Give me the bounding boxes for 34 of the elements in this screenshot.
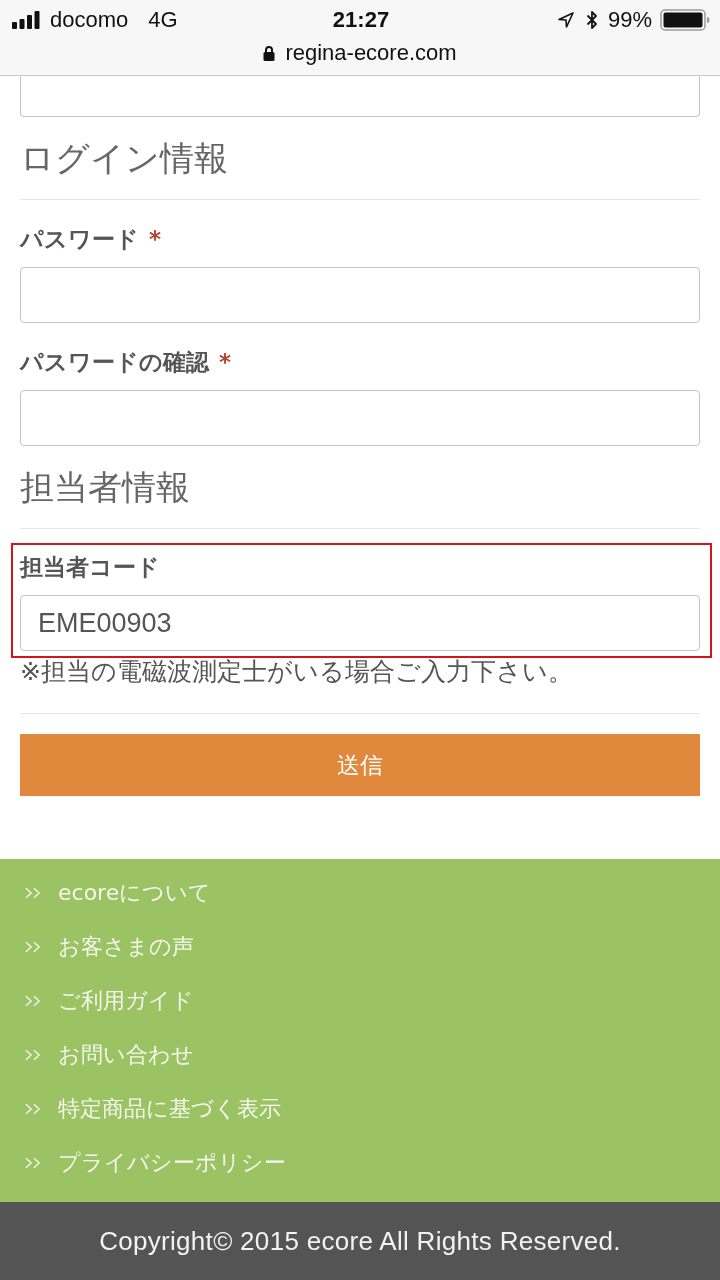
double-chevron-icon xyxy=(25,887,42,899)
battery-icon xyxy=(660,9,710,31)
double-chevron-icon xyxy=(25,995,42,1007)
input-field[interactable]: EME00903 xyxy=(20,595,700,651)
network-type: 4G xyxy=(148,7,178,33)
footer-link[interactable]: ecoreについて xyxy=(25,866,212,920)
submit-button[interactable]: 送信 xyxy=(20,734,700,796)
footer-link[interactable]: お問い合わせ xyxy=(25,1028,194,1082)
field-note: ※担当の電磁波測定士がいる場合ご入力下さい。 xyxy=(20,658,574,686)
input-field[interactable] xyxy=(20,267,700,323)
bluetooth-icon xyxy=(585,10,598,30)
input-field[interactable] xyxy=(20,390,700,446)
signal-icon xyxy=(12,11,40,29)
battery-percent: 99% xyxy=(607,7,652,33)
clock-time: 21:27 xyxy=(332,7,390,33)
double-chevron-icon xyxy=(25,941,42,953)
copyright-text: Copyright© 2015 ecore All Rights Reserved. xyxy=(99,1225,621,1257)
section-heading: 担当者情報 xyxy=(20,466,191,508)
field-label: パスワードの確認 * xyxy=(20,348,233,377)
footer-link[interactable]: ご利用ガイド xyxy=(25,974,194,1028)
double-chevron-icon xyxy=(25,1049,42,1061)
location-arrow-icon xyxy=(557,12,574,28)
section-heading: ログイン情報 xyxy=(20,137,229,179)
footer-link[interactable]: お客さまの声 xyxy=(25,920,194,974)
carrier-name: docomo xyxy=(50,7,129,33)
field-label: 担当者コード xyxy=(20,553,161,582)
double-chevron-icon xyxy=(25,1103,42,1115)
footer-link[interactable]: プライバシーポリシー xyxy=(25,1136,286,1190)
page-url[interactable]: regina-ecore.com xyxy=(285,40,457,66)
input-field[interactable] xyxy=(20,76,700,117)
lock-icon xyxy=(263,45,276,61)
double-chevron-icon xyxy=(25,1157,42,1169)
field-label: パスワード * xyxy=(20,225,163,254)
footer-link[interactable]: 特定商品に基づく表示 xyxy=(25,1082,281,1136)
